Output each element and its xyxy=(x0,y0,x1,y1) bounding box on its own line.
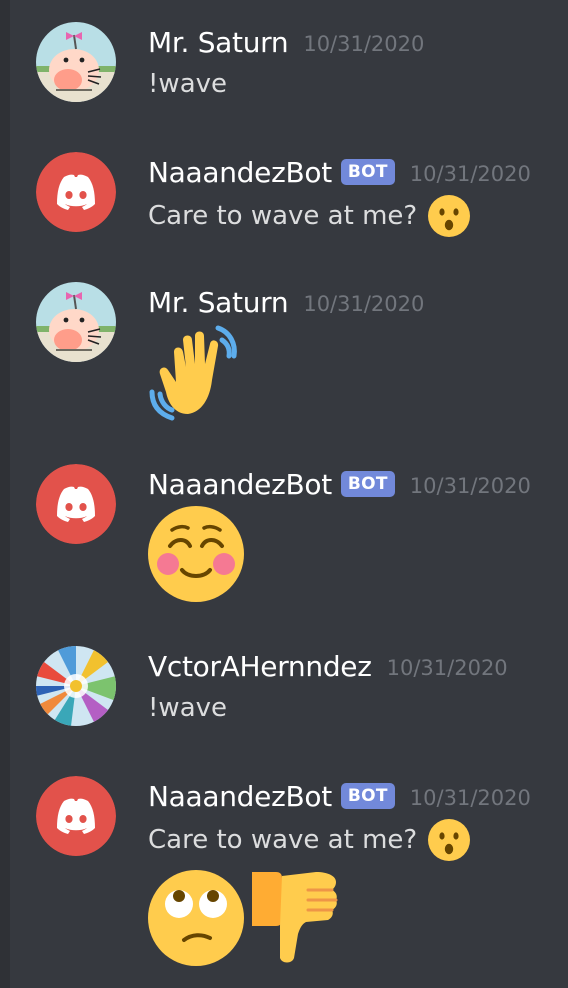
message-text: Care to wave at me? xyxy=(148,201,418,231)
bot-tag: BOT xyxy=(340,783,395,809)
username[interactable]: Mr. Saturn xyxy=(148,286,289,319)
discord-logo-avatar-icon xyxy=(36,776,116,856)
hushed-face-emoji[interactable] xyxy=(427,818,471,862)
message-content: Care to wave at me? xyxy=(148,194,471,238)
message-header: Mr. Saturn 10/31/2020 xyxy=(148,20,424,64)
message-text: !wave xyxy=(148,693,228,723)
face-with-rolling-eyes-icon xyxy=(148,870,244,966)
user-avatar[interactable] xyxy=(36,464,116,544)
waving-hand-emoji[interactable] xyxy=(146,322,246,422)
thumbs-down-emoji[interactable] xyxy=(246,868,346,968)
message-header: Mr. Saturn 10/31/2020 xyxy=(148,280,424,324)
message-header: NaaandezBot BOT 10/31/2020 xyxy=(148,150,531,194)
bot-tag: BOT xyxy=(340,471,395,497)
timestamp[interactable]: 10/31/2020 xyxy=(410,474,531,498)
username[interactable]: NaaandezBot xyxy=(148,780,332,813)
message-header: NaaandezBot BOT 10/31/2020 xyxy=(148,462,531,506)
colorful-abstract-avatar-icon xyxy=(36,646,116,726)
timestamp[interactable]: 10/31/2020 xyxy=(387,656,508,680)
hushed-face-emoji[interactable] xyxy=(427,194,471,238)
user-avatar[interactable] xyxy=(36,646,116,726)
mr-saturn-avatar-icon xyxy=(36,282,116,362)
timestamp[interactable]: 10/31/2020 xyxy=(303,292,424,316)
username[interactable]: VctorAHernndez xyxy=(148,650,372,683)
message-header: NaaandezBot BOT 10/31/2020 xyxy=(148,774,531,818)
discord-logo-avatar-icon xyxy=(36,464,116,544)
username[interactable]: Mr. Saturn xyxy=(148,26,289,59)
thumbs-down-icon xyxy=(252,872,338,963)
username[interactable]: NaaandezBot xyxy=(148,156,332,189)
user-avatar[interactable] xyxy=(36,776,116,856)
bot-tag: BOT xyxy=(340,159,395,185)
discord-logo-avatar-icon xyxy=(36,152,116,232)
message-content: !wave xyxy=(148,62,227,106)
user-avatar[interactable] xyxy=(36,22,116,102)
username[interactable]: NaaandezBot xyxy=(148,468,332,501)
timestamp[interactable]: 10/31/2020 xyxy=(303,32,424,56)
relieved-blushing-face-emoji[interactable] xyxy=(146,504,246,604)
message-content: Care to wave at me? xyxy=(148,818,471,862)
mr-saturn-avatar-icon xyxy=(36,22,116,102)
channel-scroll-rail xyxy=(0,0,10,988)
face-with-rolling-eyes-emoji[interactable] xyxy=(146,868,246,968)
message-header: VctorAHernndez 10/31/2020 xyxy=(148,644,508,688)
message-text: !wave xyxy=(148,69,228,99)
message-content: !wave xyxy=(148,686,227,730)
hushed-face-icon xyxy=(428,819,471,861)
user-avatar[interactable] xyxy=(36,152,116,232)
user-avatar[interactable] xyxy=(36,282,116,362)
relieved-blushing-face-icon xyxy=(148,506,244,602)
message-text: Care to wave at me? xyxy=(148,825,418,855)
waving-hand-icon xyxy=(149,325,237,421)
hushed-face-icon xyxy=(428,195,471,237)
timestamp[interactable]: 10/31/2020 xyxy=(410,162,531,186)
timestamp[interactable]: 10/31/2020 xyxy=(410,786,531,810)
